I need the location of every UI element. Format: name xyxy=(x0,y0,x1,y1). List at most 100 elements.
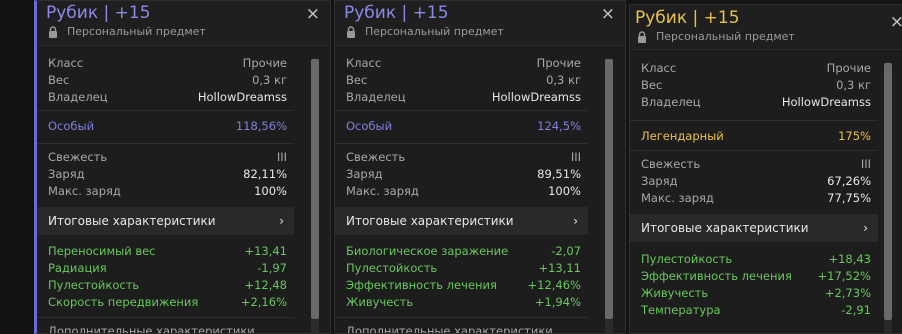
stat-row: Переносимый вес +13,41 xyxy=(37,243,294,260)
row-value: -2,91 xyxy=(841,303,871,317)
state-row: Свежесть III xyxy=(37,149,294,166)
close-icon[interactable]: × xyxy=(601,4,615,24)
stat-row: Эффективность лечения +12,46% xyxy=(335,277,588,294)
state-row: Макс. заряд 77,75% xyxy=(630,190,878,207)
divider xyxy=(630,150,878,151)
stat-row: Скорость передвижения +2,16% xyxy=(37,294,294,311)
row-label: Эффективность лечения xyxy=(346,278,497,292)
stat-row: Температура -2,91 xyxy=(630,302,878,319)
row-value: +17,52% xyxy=(817,269,872,283)
footer-label[interactable]: Дополнительные характеристики xyxy=(335,323,588,334)
row-label: Радиация xyxy=(48,261,107,275)
row-value: 77,75% xyxy=(827,191,871,205)
row-label: Макс. заряд xyxy=(48,184,121,198)
row-label: Макс. заряд xyxy=(346,184,419,198)
scrollbar-thumb[interactable] xyxy=(605,59,613,320)
row-value: +2,73% xyxy=(824,286,871,300)
footer-label-text: Дополнительные характеристики xyxy=(346,324,553,334)
info-row: Владелец HollowDreamss xyxy=(335,89,588,106)
stat-row: Радиация -1,97 xyxy=(37,260,294,277)
row-label: Особый xyxy=(346,119,393,133)
row-label: Свежесть xyxy=(346,150,406,164)
scrollbar[interactable] xyxy=(605,59,613,333)
scrollbar[interactable] xyxy=(884,63,892,333)
summary-expander[interactable]: Итоговые характеристики › xyxy=(630,214,878,242)
row-label: Свежесть xyxy=(48,150,108,164)
lock-icon xyxy=(49,26,57,38)
row-label: Владелец xyxy=(346,90,406,104)
stat-row: Живучесть +1,94% xyxy=(335,294,588,311)
info-row: Класс Прочие xyxy=(630,60,878,77)
row-label: Пулестойкость xyxy=(641,252,733,266)
stat-row: Биологическое заражение -2,07 xyxy=(335,243,588,260)
card-header: Рубик | +15 Персональный предмет × xyxy=(37,1,330,46)
stat-row: Пулестойкость +12,48 xyxy=(37,277,294,294)
row-value: 100% xyxy=(254,184,287,198)
divider xyxy=(37,317,294,318)
row-value: 89,51% xyxy=(537,167,581,181)
row-value: +13,11 xyxy=(538,261,581,275)
row-value: 0,3 кг xyxy=(836,78,871,92)
row-label: Скорость передвижения xyxy=(48,295,199,309)
info-row: Владелец HollowDreamss xyxy=(630,94,878,111)
row-label: Эффективность лечения xyxy=(641,269,792,283)
row-value: III xyxy=(570,150,581,164)
info-row: Вес 0,3 кг xyxy=(630,77,878,94)
row-label: Вес xyxy=(48,73,70,87)
row-label: Живучесть xyxy=(641,286,709,300)
chevron-right-icon: › xyxy=(863,221,868,235)
row-label: Владелец xyxy=(641,95,701,109)
row-value: III xyxy=(276,150,287,164)
lock-icon xyxy=(347,26,355,38)
card-header: Рубик | +15 Персональный предмет × xyxy=(630,5,902,50)
close-icon[interactable]: × xyxy=(306,4,320,24)
rarity-row: Особый 124,5% xyxy=(335,118,588,135)
stat-row: Пулестойкость +18,43 xyxy=(630,251,878,268)
info-row: Владелец HollowDreamss xyxy=(37,89,294,106)
row-value: +18,43 xyxy=(828,252,871,266)
row-label: Свежесть xyxy=(641,157,701,171)
close-icon[interactable]: × xyxy=(890,12,902,32)
divider xyxy=(335,143,588,144)
row-value: -1,97 xyxy=(257,261,287,275)
item-title: Рубик | +15 xyxy=(46,3,151,23)
row-label: Легендарный xyxy=(641,129,724,143)
scrollbar[interactable] xyxy=(311,59,319,333)
row-label: Живучесть xyxy=(346,295,414,309)
state-row: Заряд 82,11% xyxy=(37,166,294,183)
summary-expander[interactable]: Итоговые характеристики › xyxy=(37,207,294,235)
footer-label-text: Дополнительные характеристики xyxy=(48,324,255,334)
row-value: +1,94% xyxy=(534,295,581,309)
rarity-row: Легендарный 175% xyxy=(630,128,878,145)
item-title: Рубик | +15 xyxy=(635,8,740,28)
row-value: HollowDreamss xyxy=(781,95,871,109)
row-label: Класс xyxy=(48,56,84,70)
row-value: 0,3 кг xyxy=(252,73,287,87)
row-value: Прочие xyxy=(536,56,581,70)
divider xyxy=(630,120,878,121)
row-value: +13,41 xyxy=(244,244,287,258)
state-row: Макс. заряд 100% xyxy=(37,183,294,200)
row-value: 0,3 кг xyxy=(546,73,581,87)
row-value: +12,46% xyxy=(527,278,582,292)
state-row: Заряд 89,51% xyxy=(335,166,588,183)
card-body: Класс Прочие Вес 0,3 кг Владелец HollowDreams… xyxy=(335,46,625,333)
row-label: Пулестойкость xyxy=(48,278,140,292)
row-value: 124,5% xyxy=(537,119,581,133)
footer-label[interactable]: Дополнительные характеристики xyxy=(37,323,294,334)
chevron-right-icon: › xyxy=(279,214,284,228)
scrollbar-thumb[interactable] xyxy=(311,59,319,320)
info-row: Класс Прочие xyxy=(335,55,588,72)
state-row: Свежесть III xyxy=(630,156,878,173)
summary-label: Итоговые характеристики xyxy=(48,214,216,228)
card-body: Класс Прочие Вес 0,3 кг Владелец HollowDreams… xyxy=(37,46,330,333)
row-label: Заряд xyxy=(48,167,85,181)
divider xyxy=(335,110,588,111)
row-label: Вес xyxy=(346,73,368,87)
divider xyxy=(37,143,294,144)
row-label: Класс xyxy=(641,61,677,75)
summary-expander[interactable]: Итоговые характеристики › xyxy=(335,207,588,235)
row-value: -2,07 xyxy=(551,244,581,258)
card-header: Рубик | +15 Персональный предмет × xyxy=(335,1,625,46)
scrollbar-thumb[interactable] xyxy=(884,63,892,320)
